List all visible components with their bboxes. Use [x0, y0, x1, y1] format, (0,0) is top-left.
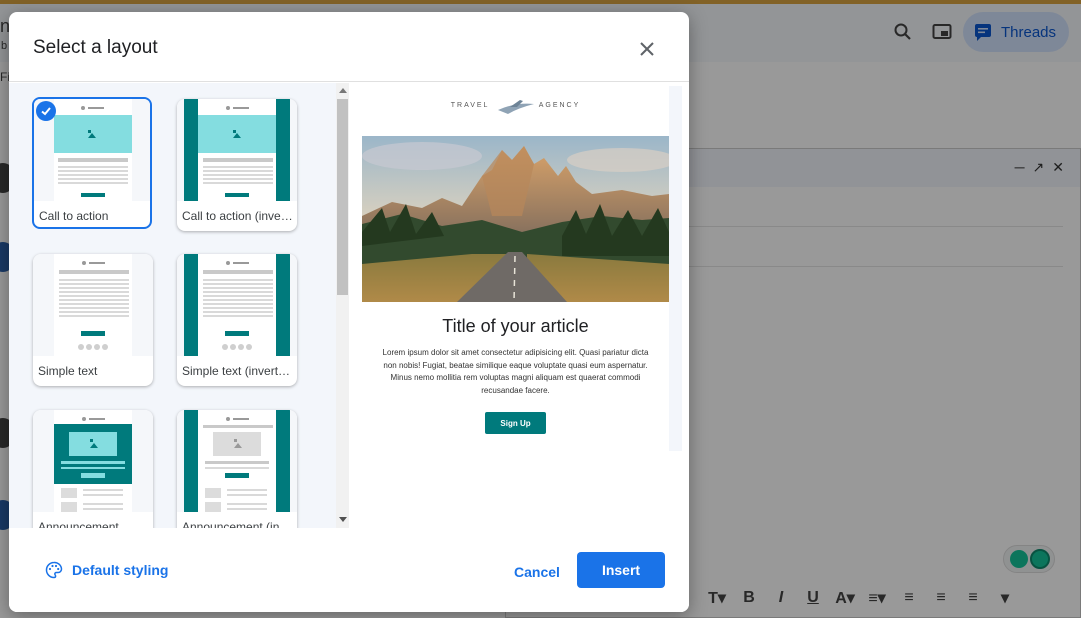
hero-image — [362, 136, 669, 302]
layout-preview: TRAVEL AGENCY Title of your article Lore… — [362, 86, 682, 451]
scroll-down-arrow-icon[interactable] — [339, 517, 347, 522]
airplane-icon — [498, 100, 534, 114]
layout-card-label: Announcement — [38, 520, 119, 528]
layout-list: Call to action Call to action (inverted)… — [9, 83, 336, 528]
dialog-footer: Default styling Cancel Insert — [9, 528, 689, 612]
layout-card-simple-text[interactable]: Simple text — [33, 254, 153, 386]
layout-card-call-to-action[interactable]: Call to action — [32, 97, 152, 229]
layout-thumbnail — [33, 254, 153, 356]
palette-icon — [45, 561, 63, 579]
layout-card-announcement-inverted[interactable]: Announcement (inverted) — [177, 410, 297, 528]
sign-up-button[interactable]: Sign Up — [485, 412, 546, 434]
layout-preview-pane: TRAVEL AGENCY Title of your article Lore… — [351, 83, 689, 528]
layout-thumbnail — [177, 410, 297, 512]
layout-thumbnail — [177, 99, 297, 201]
close-button[interactable] — [634, 36, 660, 62]
check-icon — [36, 101, 56, 121]
layout-card-label: Call to action (inverted) — [182, 209, 294, 223]
scrollbar-thumb[interactable] — [337, 99, 348, 295]
scroll-up-arrow-icon[interactable] — [339, 88, 347, 93]
layout-card-label: Call to action — [39, 209, 109, 223]
dialog-header: Select a layout — [9, 12, 689, 82]
close-icon — [640, 42, 654, 56]
cancel-button[interactable]: Cancel — [502, 554, 572, 590]
layout-card-call-to-action-inverted[interactable]: Call to action (inverted) — [177, 99, 297, 231]
dialog-title: Select a layout — [33, 37, 158, 58]
layout-card-label: Simple text (inverted) — [182, 364, 294, 378]
default-styling-button[interactable]: Default styling — [45, 561, 168, 579]
article-title: Title of your article — [442, 316, 589, 336]
article-body: Lorem ipsum dolor sit amet consectetur a… — [382, 348, 649, 395]
default-styling-label: Default styling — [72, 562, 169, 578]
layout-card-simple-text-inverted[interactable]: Simple text (inverted) — [177, 254, 297, 386]
layout-card-label: Announcement (inverted) — [182, 520, 294, 528]
select-layout-dialog: Select a layout Call to action Call to a… — [9, 12, 689, 612]
layout-card-announcement[interactable]: Announcement — [33, 410, 153, 528]
layout-list-scrollbar[interactable] — [336, 83, 349, 528]
insert-button[interactable]: Insert — [577, 552, 665, 588]
layout-thumbnail — [33, 410, 153, 512]
layout-card-label: Simple text — [38, 364, 98, 378]
layout-thumbnail — [177, 254, 297, 356]
